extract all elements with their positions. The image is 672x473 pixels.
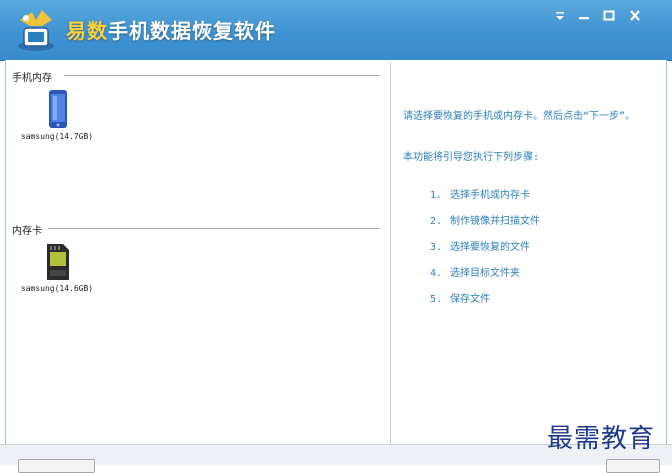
device-label: samsung(14.6GB) <box>20 284 94 293</box>
step-number: 1. <box>430 190 443 201</box>
step-text: 保存文件 <box>450 294 490 305</box>
phone-memory-title: 手机内存 <box>12 73 52 84</box>
step-item: 3. 选择要恢复的文件 <box>430 238 540 264</box>
app-title-text: 手机数据恢复软件 <box>108 19 276 43</box>
step-item: 4. 选择目标文件夹 <box>430 264 540 290</box>
device-label: samsung(14.7GB) <box>20 132 94 141</box>
step-text: 选择要恢复的文件 <box>450 242 530 253</box>
step-number: 4. <box>430 268 443 279</box>
memory-card-title: 内存卡 <box>12 226 42 237</box>
watermark-text: 最需教育 <box>547 424 656 454</box>
step-text: 选择目标文件夹 <box>450 268 520 279</box>
step-number: 5. <box>430 294 443 305</box>
step-number: 3. <box>430 242 443 253</box>
close-icon[interactable] <box>626 8 644 24</box>
phone-memory-divider <box>64 75 380 76</box>
minimize-icon[interactable] <box>575 8 593 24</box>
app-logo-icon <box>12 6 60 54</box>
maximize-icon[interactable] <box>600 8 618 24</box>
title-bar: 易数手机数据恢复软件 <box>0 0 672 61</box>
menu-icon[interactable] <box>551 8 569 24</box>
step-item: 5. 保存文件 <box>430 290 540 316</box>
next-button[interactable] <box>606 459 660 473</box>
panel-divider <box>390 62 391 444</box>
app-title: 易数手机数据恢复软件 <box>66 15 276 44</box>
instruction-prompt: 请选择要恢复的手机或内存卡。然后点击“下一步”。 <box>403 111 636 122</box>
memory-card-divider <box>48 228 380 229</box>
sd-card-icon <box>25 242 89 282</box>
device-memory-card[interactable]: samsung(14.6GB) <box>17 242 97 293</box>
device-phone-memory[interactable]: samsung(14.7GB) <box>17 90 97 141</box>
step-text: 选择手机或内存卡 <box>450 190 530 201</box>
app-title-brand: 易数 <box>66 19 108 43</box>
back-button[interactable] <box>18 459 95 473</box>
step-item: 1. 选择手机或内存卡 <box>430 186 540 212</box>
instruction-intro: 本功能将引导您执行下列步骤: <box>403 152 540 163</box>
phone-icon <box>25 90 89 130</box>
step-item: 2. 制作镜像并扫描文件 <box>430 212 540 238</box>
step-text: 制作镜像并扫描文件 <box>450 216 540 227</box>
step-number: 2. <box>430 216 443 227</box>
steps-list: 1. 选择手机或内存卡 2. 制作镜像并扫描文件 3. 选择要恢复的文件 4. 选择目标… <box>430 186 540 316</box>
